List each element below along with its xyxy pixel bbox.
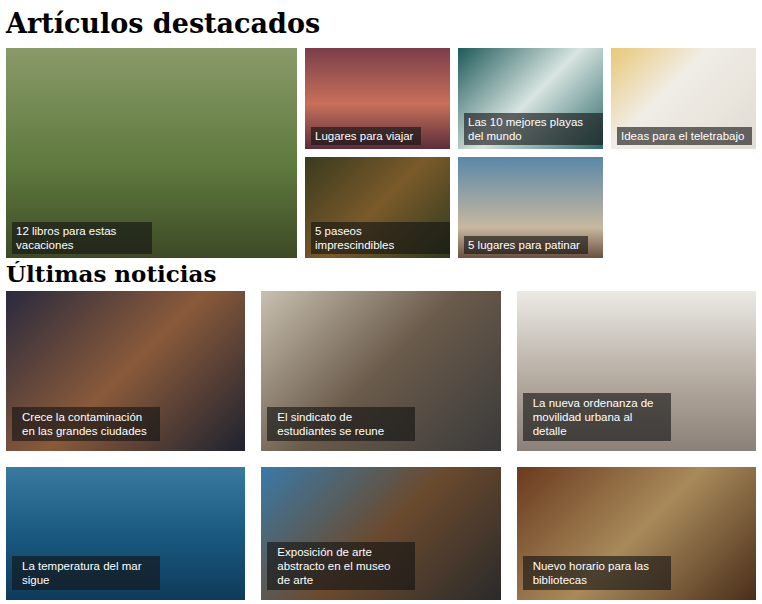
card-caption: Las 10 mejores playas del mundo bbox=[464, 113, 603, 145]
card-caption: 5 paseos imprescindibles bbox=[311, 222, 450, 254]
card-caption: La temperatura del mar sigue bbox=[12, 556, 160, 590]
card-caption: 5 lugares para patinar bbox=[464, 236, 588, 254]
featured-title: Artículos destacados bbox=[6, 0, 756, 44]
card-caption: Crece la contaminación en las grandes ci… bbox=[12, 407, 160, 441]
news-card[interactable]: Nuevo horario para las bibliotecas bbox=[517, 467, 756, 600]
card-caption: El sindicato de estudiantes se reune bbox=[267, 407, 415, 441]
featured-card[interactable]: Ideas para el teletrabajo bbox=[611, 48, 756, 149]
news-card[interactable]: La nueva ordenanza de movilidad urbana a… bbox=[517, 291, 756, 451]
featured-card[interactable]: 5 lugares para patinar bbox=[458, 157, 603, 258]
featured-card[interactable]: Las 10 mejores playas del mundo bbox=[458, 48, 603, 149]
latest-title: Últimas noticias bbox=[6, 258, 756, 290]
card-caption: La nueva ordenanza de movilidad urbana a… bbox=[523, 393, 671, 441]
news-card[interactable]: El sindicato de estudiantes se reune bbox=[261, 291, 500, 451]
featured-card[interactable]: Lugares para viajar bbox=[305, 48, 450, 149]
card-caption: Ideas para el teletrabajo bbox=[617, 127, 752, 145]
news-card[interactable]: Exposición de arte abstracto en el museo… bbox=[261, 467, 500, 600]
card-caption: Lugares para viajar bbox=[311, 127, 421, 145]
page: Artículos destacados 12 libros para esta… bbox=[0, 0, 762, 604]
featured-grid: 12 libros para estas vacaciones Lugares p… bbox=[6, 48, 756, 258]
news-card[interactable]: Crece la contaminación en las grandes ci… bbox=[6, 291, 245, 451]
card-caption: Nuevo horario para las bibliotecas bbox=[523, 556, 671, 590]
featured-card[interactable]: 5 paseos imprescindibles bbox=[305, 157, 450, 258]
featured-card[interactable]: 12 libros para estas vacaciones bbox=[6, 48, 297, 258]
news-grid: Crece la contaminación en las grandes ci… bbox=[6, 291, 756, 600]
card-caption: 12 libros para estas vacaciones bbox=[12, 222, 152, 254]
card-caption: Exposición de arte abstracto en el museo… bbox=[267, 542, 415, 590]
news-card[interactable]: La temperatura del mar sigue bbox=[6, 467, 245, 600]
